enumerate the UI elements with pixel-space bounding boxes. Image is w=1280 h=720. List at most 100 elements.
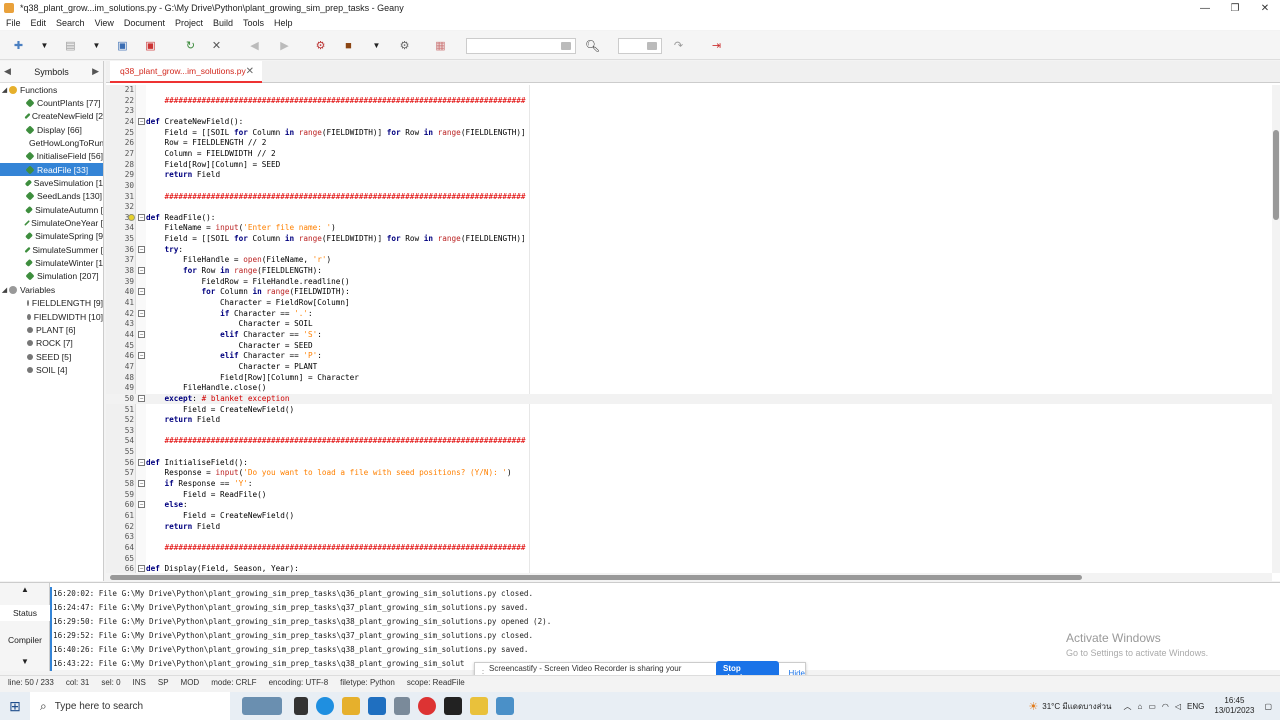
symbol-item[interactable]: SeedLands [130] — [0, 190, 103, 203]
symbol-item[interactable]: InitialiseField [56] — [0, 150, 103, 163]
calculator-icon[interactable] — [394, 697, 410, 715]
code-line[interactable]: 37 FileHandle = open(FileName, 'r') — [106, 255, 1272, 266]
code-line[interactable]: 27 Column = FIELDWIDTH // 2 — [106, 149, 1272, 160]
code-line[interactable]: 29 return Field — [106, 170, 1272, 181]
code-line[interactable]: 26 Row = FIELDLENGTH // 2 — [106, 138, 1272, 149]
tab-status[interactable]: Status — [0, 605, 50, 621]
code-line[interactable]: 56− def InitialiseField(): — [106, 458, 1272, 469]
code-line[interactable]: 33−def ReadFile(): — [106, 213, 1272, 224]
chevron-down-icon[interactable]: ▼ — [368, 37, 385, 54]
fold-toggle-icon[interactable]: − — [138, 117, 145, 125]
minimize-button[interactable]: — — [1190, 0, 1220, 16]
fold-toggle-icon[interactable]: − — [138, 565, 145, 573]
code-line[interactable]: 63 — [106, 532, 1272, 543]
symbol-item[interactable]: SOIL [4] — [0, 363, 103, 376]
save-all-icon[interactable]: ▣ — [142, 37, 159, 54]
open-file-icon[interactable]: ▤ — [62, 37, 79, 54]
code-line[interactable]: 62 return Field — [106, 522, 1272, 533]
notifications-icon[interactable]: ▢ — [1264, 702, 1272, 711]
code-line[interactable]: 32 — [106, 202, 1272, 213]
log-line[interactable]: 16:40:26: File G:\My Drive\Python\plant_… — [50, 643, 551, 657]
symbol-item[interactable]: GetHowLongToRun — [0, 136, 103, 149]
clear-icon[interactable] — [561, 42, 571, 50]
symbol-item[interactable]: SimulateOneYear [ — [0, 216, 103, 229]
file-explorer-icon[interactable] — [342, 697, 360, 715]
code-line[interactable]: 39 FieldRow = FileHandle.readline() — [106, 277, 1272, 288]
taskbar-search[interactable]: ⌕ Type here to search — [30, 692, 230, 720]
code-line[interactable]: 42− if Character == '.': — [106, 309, 1272, 320]
menu-help[interactable]: Help — [274, 18, 293, 28]
python-icon[interactable] — [496, 697, 514, 715]
fold-toggle-icon[interactable]: − — [138, 288, 145, 296]
restore-button[interactable]: ❐ — [1220, 0, 1250, 16]
tab-symbols[interactable]: Symbols — [34, 67, 69, 77]
fold-toggle-icon[interactable]: − — [138, 394, 145, 402]
symbol-item[interactable]: PLANT [6] — [0, 323, 103, 336]
code-line[interactable]: 25 Field = [[SOIL for Column in range(FI… — [106, 128, 1272, 139]
windows-start-icon[interactable]: ⊞ — [0, 698, 30, 715]
chevron-up-icon[interactable]: ︿ — [1124, 701, 1132, 712]
language-indicator[interactable]: ENG — [1187, 702, 1204, 711]
menu-tools[interactable]: Tools — [243, 18, 264, 28]
code-line[interactable]: 45 Character = SEED — [106, 341, 1272, 352]
code-line[interactable]: 28 Field[Row][Column] = SEED — [106, 160, 1272, 171]
code-line[interactable]: 51 Field = CreateNewField() — [106, 405, 1272, 416]
fold-toggle-icon[interactable]: − — [138, 245, 145, 253]
symbol-item[interactable]: Display [66] — [0, 123, 103, 136]
symbol-item[interactable]: ROCK [7] — [0, 337, 103, 350]
chevron-down-icon[interactable]: ▼ — [0, 657, 50, 666]
tree-group-functions[interactable]: ◢ Functions — [0, 83, 103, 96]
close-window-button[interactable]: ✕ — [1250, 0, 1280, 16]
code-line[interactable]: 21 — [106, 85, 1272, 96]
symbol-item[interactable]: SimulateSummer [ — [0, 243, 103, 256]
log-line[interactable]: 16:20:02: File G:\My Drive\Python\plant_… — [50, 587, 551, 601]
code-line[interactable]: 48 Field[Row][Column] = Character — [106, 373, 1272, 384]
symbol-item[interactable]: ReadFile [33] — [0, 163, 103, 177]
menu-view[interactable]: View — [95, 18, 114, 28]
chevron-down-icon[interactable]: ▼ — [36, 37, 53, 54]
code-line[interactable]: 46− elif Character == 'P': — [106, 351, 1272, 362]
execute-icon[interactable]: ⚙ — [396, 37, 413, 54]
clear-icon[interactable] — [647, 42, 657, 50]
build-icon[interactable]: ■ — [340, 37, 357, 54]
geany-taskbar-icon[interactable] — [470, 697, 488, 715]
symbol-item[interactable]: FIELDLENGTH [9] — [0, 297, 103, 310]
menu-file[interactable]: File — [6, 18, 21, 28]
fold-toggle-icon[interactable]: − — [138, 480, 145, 488]
symbol-item[interactable]: SaveSimulation [1 — [0, 176, 103, 189]
color-chooser-icon[interactable]: ▦ — [432, 37, 449, 54]
reload-icon[interactable]: ↻ — [182, 37, 199, 54]
navigate-forward-icon[interactable]: ▶ — [276, 37, 293, 54]
chevron-right-icon[interactable]: ▶ — [92, 66, 99, 77]
code-line[interactable]: 55 — [106, 447, 1272, 458]
code-line[interactable]: 57 Response = input('Do you want to load… — [106, 468, 1272, 479]
code-line[interactable]: 31 #####################################… — [106, 192, 1272, 203]
tree-group-variables[interactable]: ◢ Variables — [0, 283, 103, 296]
fold-toggle-icon[interactable]: − — [138, 352, 145, 360]
log-line[interactable]: 16:24:47: File G:\My Drive\Python\plant_… — [50, 601, 551, 615]
network-icon[interactable]: ⌂ — [1138, 702, 1143, 711]
news-widget-icon[interactable] — [242, 697, 282, 715]
code-line[interactable]: 22 #####################################… — [106, 96, 1272, 107]
navigate-back-icon[interactable]: ◀ — [246, 37, 263, 54]
fold-toggle-icon[interactable]: − — [138, 458, 145, 466]
goto-line-input[interactable] — [618, 38, 662, 54]
scrollbar-thumb[interactable] — [1273, 130, 1279, 220]
menu-edit[interactable]: Edit — [31, 18, 47, 28]
task-view-icon[interactable] — [294, 697, 308, 715]
code-line[interactable]: 52 return Field — [106, 415, 1272, 426]
edge-browser-icon[interactable] — [316, 697, 334, 715]
close-file-icon[interactable]: ✕ — [208, 37, 225, 54]
symbol-item[interactable]: SimulateSpring [9 — [0, 230, 103, 243]
expander-down-icon[interactable]: ◢ — [0, 286, 9, 294]
symbol-item[interactable]: FIELDWIDTH [10] — [0, 310, 103, 323]
scrollbar-thumb[interactable] — [110, 575, 1082, 580]
search-icon[interactable]: 🔍︎ — [584, 37, 601, 54]
save-icon[interactable]: ▣ — [114, 37, 131, 54]
code-line[interactable]: 38− for Row in range(FIELDLENGTH): — [106, 266, 1272, 277]
wifi-icon[interactable]: ◠ — [1162, 702, 1169, 711]
code-line[interactable]: 47 Character = PLANT — [106, 362, 1272, 373]
mail-icon[interactable] — [368, 697, 386, 715]
symbol-item[interactable]: SimulateAutumn [ — [0, 203, 103, 216]
quit-icon[interactable]: ⇥ — [708, 37, 725, 54]
